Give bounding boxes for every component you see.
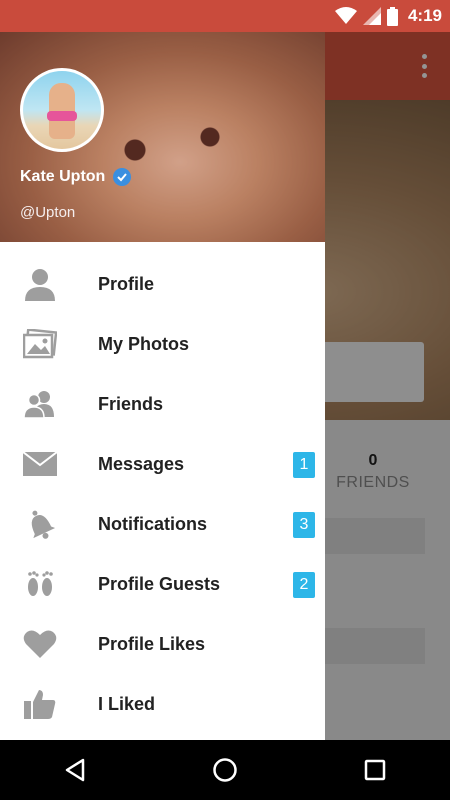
menu-item-label: Notifications (98, 513, 208, 534)
status-bar: 4:19 (0, 0, 450, 32)
menu-item-profile[interactable]: Profile (0, 254, 325, 314)
heart-icon (22, 626, 58, 662)
menu-item-profile-likes[interactable]: Profile Likes (0, 614, 325, 674)
menu-item-label: Messages (98, 453, 185, 474)
profile-guests-count-badge: 2 (293, 572, 315, 598)
menu-item-label: My Photos (98, 333, 190, 354)
messages-count-badge: 1 (293, 452, 315, 478)
system-navigation-bar (0, 740, 450, 800)
home-icon[interactable] (195, 740, 255, 800)
back-icon[interactable] (45, 740, 105, 800)
signal-icon (362, 7, 381, 25)
friends-icon (22, 386, 58, 422)
battery-icon (386, 6, 398, 26)
status-time: 4:19 (407, 6, 442, 25)
menu-item-label: I Liked (98, 693, 156, 714)
menu-item-i-liked[interactable]: I Liked (0, 674, 325, 734)
menu-item-friends[interactable]: Friends (0, 374, 325, 434)
menu-item-label: Profile Guests (98, 573, 221, 594)
notifications-count-badge: 3 (293, 512, 315, 538)
menu-item-notifications[interactable]: Notifications 3 (0, 494, 325, 554)
drawer-header: Kate Upton @Upton (0, 32, 325, 242)
user-handle: @Upton (20, 204, 76, 221)
bell-icon (22, 506, 58, 542)
envelope-icon (22, 446, 58, 482)
wifi-icon (334, 7, 357, 24)
footprints-icon (22, 566, 58, 602)
verified-badge-icon (113, 168, 132, 186)
menu-item-profile-guests[interactable]: Profile Guests 2 (0, 554, 325, 614)
photos-icon (22, 326, 58, 362)
person-icon (22, 266, 58, 302)
menu-item-label: Profile (98, 273, 155, 294)
user-name: Kate Upton (20, 168, 106, 185)
menu-item-messages[interactable]: Messages 1 (0, 434, 325, 494)
user-name-row: Kate Upton (20, 168, 132, 186)
avatar[interactable] (20, 68, 104, 152)
drawer-menu: Profile My Photos Friends Messages 1 Not… (0, 254, 325, 734)
navigation-drawer: Kate Upton @Upton Profile My Photos Frie… (0, 32, 325, 740)
menu-item-label: Profile Likes (98, 633, 206, 654)
menu-item-label: Friends (98, 393, 164, 414)
menu-item-my-photos[interactable]: My Photos (0, 314, 325, 374)
recents-icon[interactable] (345, 740, 405, 800)
thumbs-up-icon (22, 686, 58, 722)
